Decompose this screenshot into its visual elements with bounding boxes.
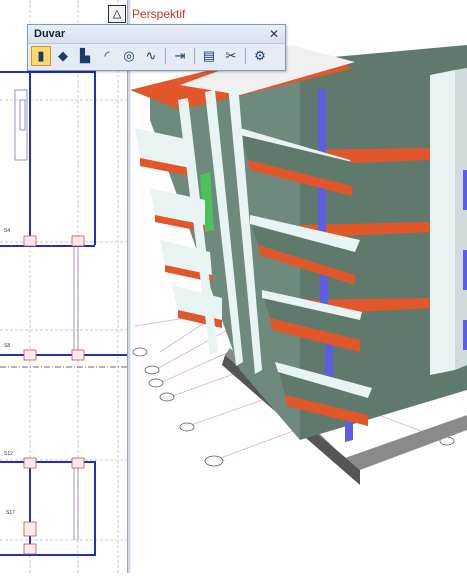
- circle-wall-tool-icon[interactable]: ◎: [119, 46, 139, 66]
- curve-wall-tool-icon[interactable]: ∿: [141, 46, 161, 66]
- view-title-bar[interactable]: △ Perspektif: [108, 4, 185, 24]
- properties-tool-icon[interactable]: ▤: [199, 46, 219, 66]
- toolbar-separator: [194, 48, 195, 64]
- plan-label-s4: S4: [4, 228, 10, 234]
- plan-walls: [0, 70, 128, 556]
- duvar-toolbar[interactable]: Duvar ✕ ▮ ◆ ▙ ◜ ◎ ∿ ⇥ ▤ ✂ ⚙: [27, 24, 286, 71]
- toolbar-tools: ▮ ◆ ▙ ◜ ◎ ∿ ⇥ ▤ ✂ ⚙: [28, 44, 285, 68]
- plan-label-s12: S12: [4, 451, 13, 457]
- perspective-view[interactable]: [130, 0, 467, 573]
- view-title: Perspektif: [132, 7, 186, 21]
- triangle-icon[interactable]: △: [108, 5, 126, 23]
- column-tool-icon[interactable]: ▙: [75, 46, 95, 66]
- toolbar-title: Duvar: [34, 28, 66, 40]
- polygon-wall-tool-icon[interactable]: ◆: [53, 46, 73, 66]
- plan-axes: [0, 0, 128, 573]
- plan-label-s17: S17: [6, 510, 15, 516]
- plan-label-s8: S8: [4, 343, 10, 349]
- toolbar-separator: [245, 48, 246, 64]
- offset-tool-icon[interactable]: ⇥: [170, 46, 190, 66]
- trim-tool-icon[interactable]: ✂: [221, 46, 241, 66]
- arc-wall-tool-icon[interactable]: ◜: [97, 46, 117, 66]
- floor-plan-view[interactable]: S4 S8 S12 S17: [0, 0, 128, 573]
- close-icon[interactable]: ✕: [269, 27, 279, 41]
- wall-tool-icon[interactable]: ▮: [31, 46, 51, 66]
- settings-tool-icon[interactable]: ⚙: [250, 46, 270, 66]
- floor-plan-canvas[interactable]: S4 S8 S12 S17: [0, 0, 128, 573]
- toolbar-separator: [165, 48, 166, 64]
- toolbar-titlebar[interactable]: Duvar ✕: [28, 25, 285, 44]
- plan-columns: [23, 235, 85, 555]
- perspective-canvas[interactable]: [130, 0, 467, 573]
